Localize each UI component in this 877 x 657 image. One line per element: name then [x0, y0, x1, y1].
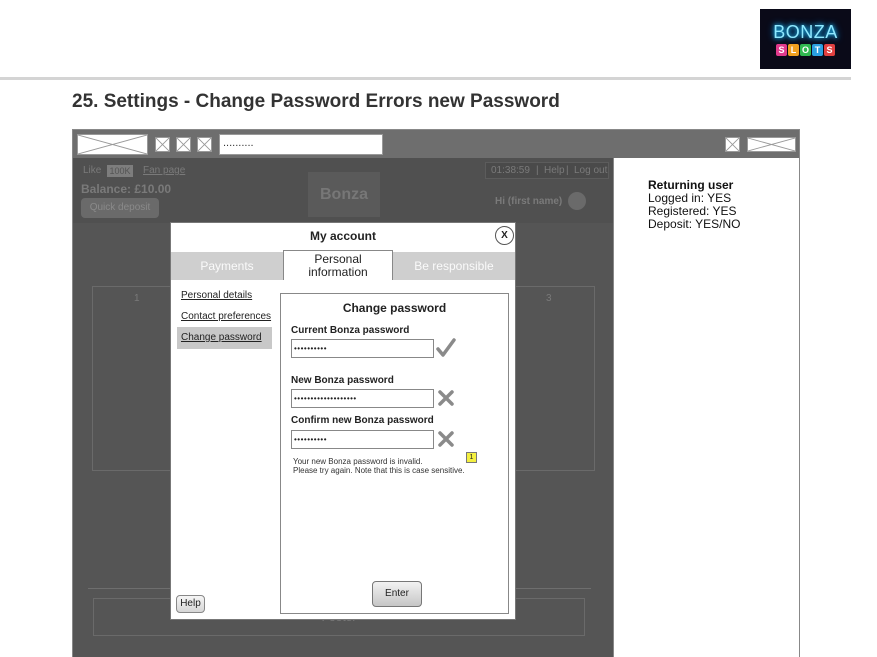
- logo-letter: L: [788, 44, 799, 56]
- wireframe-frame: .......... Like 100K Fan page 01:38:59 |…: [72, 129, 800, 657]
- logo-slots-letters: S L O T S: [776, 44, 835, 56]
- site-background: Like 100K Fan page 01:38:59 | Help | Log…: [73, 158, 613, 657]
- fan-page-link: Fan page: [143, 165, 186, 176]
- user-name: Hi (first name): [495, 196, 563, 207]
- game-number-right: 3: [546, 293, 552, 304]
- notes-pane: Returning user Logged in: YES Registered…: [613, 158, 799, 657]
- placeholder-image-icon: [77, 134, 148, 155]
- like-label: Like: [83, 165, 102, 176]
- logout-link: Log out: [574, 165, 608, 176]
- confirm-password-label: Confirm new Bonza password: [291, 415, 434, 426]
- tab-personal-information[interactable]: Personal information: [283, 250, 393, 280]
- my-account-modal: My account X Payments Personal informati…: [170, 222, 516, 620]
- logo-letter: S: [776, 44, 787, 56]
- reload-button-icon[interactable]: [197, 137, 212, 152]
- tab-label-line1: Personal: [314, 252, 362, 266]
- forward-button-icon[interactable]: [176, 137, 191, 152]
- change-password-title: Change password: [342, 301, 447, 315]
- browser-action-icon[interactable]: [725, 137, 740, 152]
- logo-letter: T: [812, 44, 823, 56]
- bonza-slots-logo: BONZA S L O T S: [760, 9, 851, 69]
- cross-icon: [438, 390, 454, 406]
- cross-icon: [438, 431, 454, 447]
- page-title: 25. Settings - Change Password Errors ne…: [72, 91, 560, 112]
- logo-letter: O: [800, 44, 811, 56]
- current-password-field[interactable]: ••••••••••: [291, 339, 434, 358]
- site-header: Like 100K Fan page 01:38:59 | Help | Log…: [73, 158, 613, 223]
- site-logo: Bonza: [308, 172, 380, 217]
- user-greeting: Hi (first name): [495, 191, 605, 213]
- sidebar-item-contact-preferences[interactable]: Contact preferences: [181, 311, 271, 322]
- separator: |: [566, 165, 569, 176]
- help-button[interactable]: Help: [176, 595, 205, 613]
- separator: |: [536, 165, 539, 176]
- game-number-left: 1: [134, 293, 140, 304]
- new-password-field[interactable]: •••••••••••••••••••: [291, 389, 434, 408]
- back-button-icon[interactable]: [155, 137, 170, 152]
- check-icon: [436, 338, 456, 357]
- error-line-2: Please try again. Note that this is case…: [293, 466, 465, 475]
- new-password-label: New Bonza password: [291, 375, 394, 386]
- modal-title: My account: [309, 229, 376, 243]
- status-bar: 01:38:59 | Help | Log out: [485, 162, 609, 179]
- annotation-badge: 1: [466, 452, 477, 463]
- tab-label-line2: information: [308, 265, 368, 279]
- like-count-badge: 100K: [107, 165, 133, 177]
- enter-button[interactable]: Enter: [372, 581, 422, 607]
- time-readout: 01:38:59: [491, 165, 530, 176]
- tab-bar: Payments Personal information Be respons…: [171, 250, 515, 280]
- close-button[interactable]: X: [495, 226, 514, 245]
- url-input[interactable]: ..........: [219, 134, 383, 155]
- notes-deposit: Deposit: YES/NO: [648, 217, 741, 231]
- change-password-panel: Change password Current Bonza password •…: [280, 293, 509, 614]
- header-divider: [0, 77, 851, 80]
- current-password-label: Current Bonza password: [291, 325, 410, 336]
- browser-menu-icon[interactable]: [747, 137, 796, 152]
- error-message: Your new Bonza password is invalid. Plea…: [293, 457, 465, 475]
- browser-toolbar: ..........: [73, 130, 799, 158]
- user-state-notes: Returning user Logged in: YES Registered…: [648, 179, 740, 231]
- logo-letter: S: [824, 44, 835, 56]
- quick-deposit-button: Quick deposit: [81, 198, 159, 218]
- avatar-icon: [568, 192, 587, 211]
- sidebar-item-personal-details[interactable]: Personal details: [181, 290, 252, 301]
- help-link: Help: [544, 165, 565, 176]
- balance-text: Balance: £10.00: [81, 182, 172, 196]
- sidebar-item-change-password[interactable]: Change password: [177, 327, 272, 349]
- tab-payments[interactable]: Payments: [171, 252, 283, 280]
- tab-be-responsible[interactable]: Be responsible: [393, 252, 515, 280]
- confirm-password-field[interactable]: ••••••••••: [291, 430, 434, 449]
- logo-word: BONZA: [773, 22, 838, 42]
- error-line-1: Your new Bonza password is invalid.: [293, 457, 423, 466]
